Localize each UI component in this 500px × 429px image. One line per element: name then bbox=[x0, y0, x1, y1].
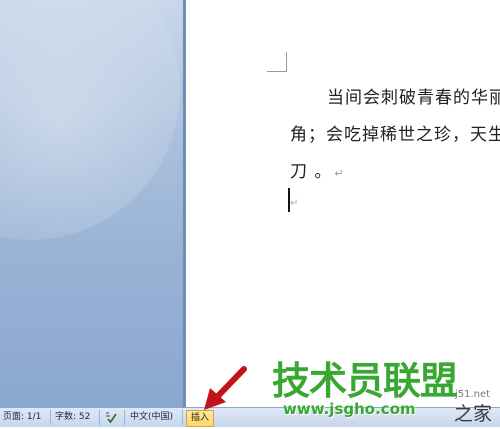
document-text-line-3[interactable]: 刀 。 ↵ bbox=[290, 157, 345, 182]
status-separator bbox=[50, 410, 51, 425]
empty-paragraph-mark: ↵ bbox=[290, 198, 299, 209]
insert-mode-button[interactable]: 插入 bbox=[186, 410, 215, 427]
watermark-side-big: 之家 bbox=[454, 403, 493, 425]
spell-check-icon[interactable] bbox=[104, 410, 118, 424]
status-separator bbox=[124, 410, 125, 425]
document-text-line-1[interactable]: 当间会刺破青春的华丽 bbox=[327, 83, 500, 108]
status-word-count[interactable]: 字数: 52 bbox=[55, 411, 90, 424]
status-page-count[interactable]: 页面: 1/1 bbox=[3, 411, 41, 424]
page-margin-corner-mark bbox=[267, 52, 287, 72]
watermark-logo: 技术员联盟 bbox=[272, 359, 458, 403]
status-bar: 页面: 1/1 字数: 52 中文(中国) 插入 bbox=[0, 407, 500, 427]
status-separator bbox=[182, 410, 183, 425]
text-line-3-content: 刀 。 bbox=[290, 162, 333, 182]
app-background-left bbox=[0, 0, 183, 407]
text-line-1-content: 当间会刺破青春的华丽 bbox=[327, 88, 500, 108]
status-separator bbox=[99, 410, 100, 425]
red-arrow-icon bbox=[204, 366, 247, 410]
watermark-url: www.jsgho.com bbox=[283, 400, 416, 418]
text-line-2-content: 角；会吃掉稀世之珍，天生 bbox=[290, 125, 500, 145]
status-language[interactable]: 中文(中国) bbox=[130, 411, 173, 424]
paragraph-mark: ↵ bbox=[334, 167, 345, 180]
document-text-line-2[interactable]: 角；会吃掉稀世之珍，天生 bbox=[290, 120, 500, 145]
document-page[interactable] bbox=[186, 0, 500, 407]
